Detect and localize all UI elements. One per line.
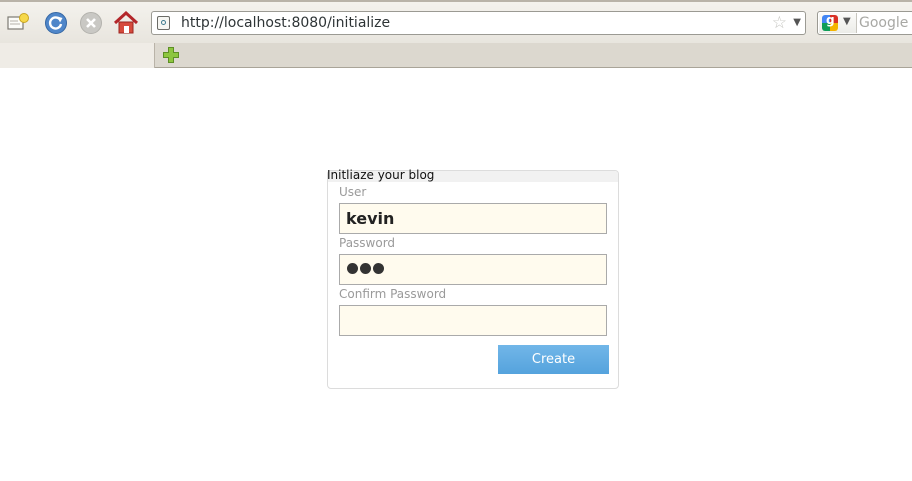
search-input-placeholder[interactable]: Google <box>859 14 908 32</box>
bookmark-star-icon[interactable]: ☆ <box>772 13 787 33</box>
search-bar[interactable]: ▼ Google <box>817 11 912 35</box>
user-input[interactable]: kevin <box>339 203 607 234</box>
browser-navigation-bar: http://localhost:8080/initialize ☆ ▼ ▼ G… <box>0 0 912 43</box>
initialize-blog-form: Initliaze your blog User kevin Password … <box>327 168 619 389</box>
active-tab[interactable] <box>0 43 155 68</box>
new-tab-plus-icon[interactable] <box>162 46 180 64</box>
address-bar[interactable]: http://localhost:8080/initialize ☆ ▼ <box>151 11 806 35</box>
confirm-password-label: Confirm Password <box>339 287 447 301</box>
chevron-down-icon: ▼ <box>843 16 851 27</box>
google-icon <box>822 13 838 31</box>
password-label: Password <box>339 236 396 250</box>
form-legend: Initliaze your blog <box>327 168 435 182</box>
confirm-password-input[interactable] <box>339 305 607 336</box>
password-mask <box>347 263 384 274</box>
home-icon[interactable] <box>113 10 139 36</box>
password-input[interactable] <box>339 254 607 285</box>
bookmark-page-icon[interactable] <box>5 10 31 36</box>
stop-icon[interactable] <box>78 10 104 36</box>
site-identity-icon[interactable] <box>157 16 170 30</box>
create-button[interactable]: Create <box>498 345 609 374</box>
url-text[interactable]: http://localhost:8080/initialize <box>181 14 390 32</box>
tab-strip <box>0 43 912 68</box>
reload-icon[interactable] <box>43 10 69 36</box>
user-label: User <box>339 185 367 199</box>
search-engine-selector[interactable]: ▼ <box>819 13 857 33</box>
url-history-dropdown-icon[interactable]: ▼ <box>793 16 801 30</box>
